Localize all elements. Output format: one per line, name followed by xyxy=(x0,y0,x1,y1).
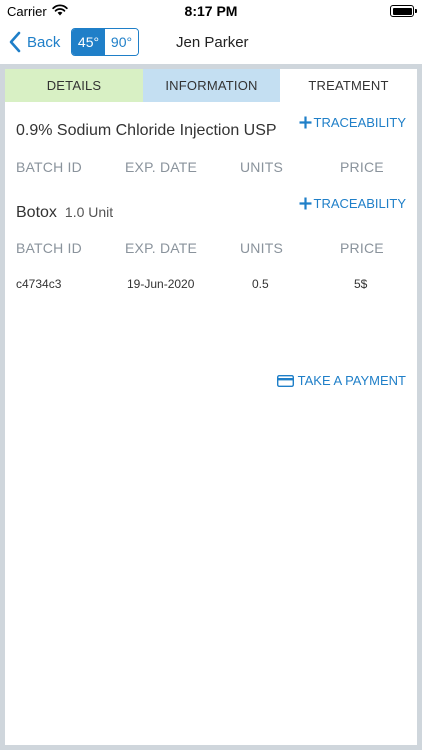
plus-icon xyxy=(299,197,312,210)
nav-bar: Back 45° 90° Jen Parker xyxy=(0,22,422,64)
product-name-text: Botox xyxy=(16,204,57,221)
take-payment-label: TAKE A PAYMENT xyxy=(297,373,406,388)
column-header-exp-date: EXP. DATE xyxy=(125,159,198,175)
angle-45-button[interactable]: 45° xyxy=(72,29,105,55)
column-header-price: PRICE xyxy=(340,159,384,175)
angle-segmented-control: 45° 90° xyxy=(71,28,139,56)
battery-icon xyxy=(390,5,417,17)
plus-icon xyxy=(299,116,312,129)
product-quantity: 1.0 Unit xyxy=(64,204,114,220)
price-cell: 5$ xyxy=(354,277,368,291)
angle-90-button[interactable]: 90° xyxy=(105,29,138,55)
tab-details[interactable]: DETAILS xyxy=(5,69,143,102)
credit-card-icon xyxy=(276,374,294,387)
add-traceability-button[interactable]: TRACEABILITY xyxy=(299,115,406,130)
traceability-label: TRACEABILITY xyxy=(313,196,406,211)
content-panel: DETAILS INFORMATION TREATMENT 0.9% Sodiu… xyxy=(5,69,417,745)
content-frame: DETAILS INFORMATION TREATMENT 0.9% Sodiu… xyxy=(0,64,422,750)
traceability-label: TRACEABILITY xyxy=(313,115,406,130)
take-payment-button[interactable]: TAKE A PAYMENT xyxy=(276,373,406,388)
tab-information[interactable]: INFORMATION xyxy=(143,69,280,102)
column-header-exp-date: EXP. DATE xyxy=(125,240,198,256)
column-header-price: PRICE xyxy=(340,240,384,256)
exp-date-cell: 19-Jun-2020 xyxy=(127,277,195,291)
column-header-units: UNITS xyxy=(240,240,283,256)
chevron-left-icon xyxy=(9,31,21,53)
clock: 8:17 PM xyxy=(184,3,238,19)
tab-treatment[interactable]: TREATMENT xyxy=(280,69,417,102)
column-header-units: UNITS xyxy=(240,159,283,175)
product-name: Botox 1.0 Unit xyxy=(16,204,113,222)
column-header-batch-id: BATCH ID xyxy=(16,159,82,175)
back-label: Back xyxy=(27,33,61,51)
product-name: 0.9% Sodium Chloride Injection USP xyxy=(16,122,277,139)
tab-bar: DETAILS INFORMATION TREATMENT xyxy=(5,69,417,102)
patient-name-title: Jen Parker xyxy=(176,34,249,51)
add-traceability-button[interactable]: TRACEABILITY xyxy=(299,196,406,211)
status-bar: Carrier 8:17 PM xyxy=(0,0,422,22)
column-header-batch-id: BATCH ID xyxy=(16,240,82,256)
batch-id-cell: c4734c3 xyxy=(16,277,62,291)
back-button[interactable]: Back xyxy=(8,30,60,54)
units-cell: 0.5 xyxy=(252,277,269,291)
